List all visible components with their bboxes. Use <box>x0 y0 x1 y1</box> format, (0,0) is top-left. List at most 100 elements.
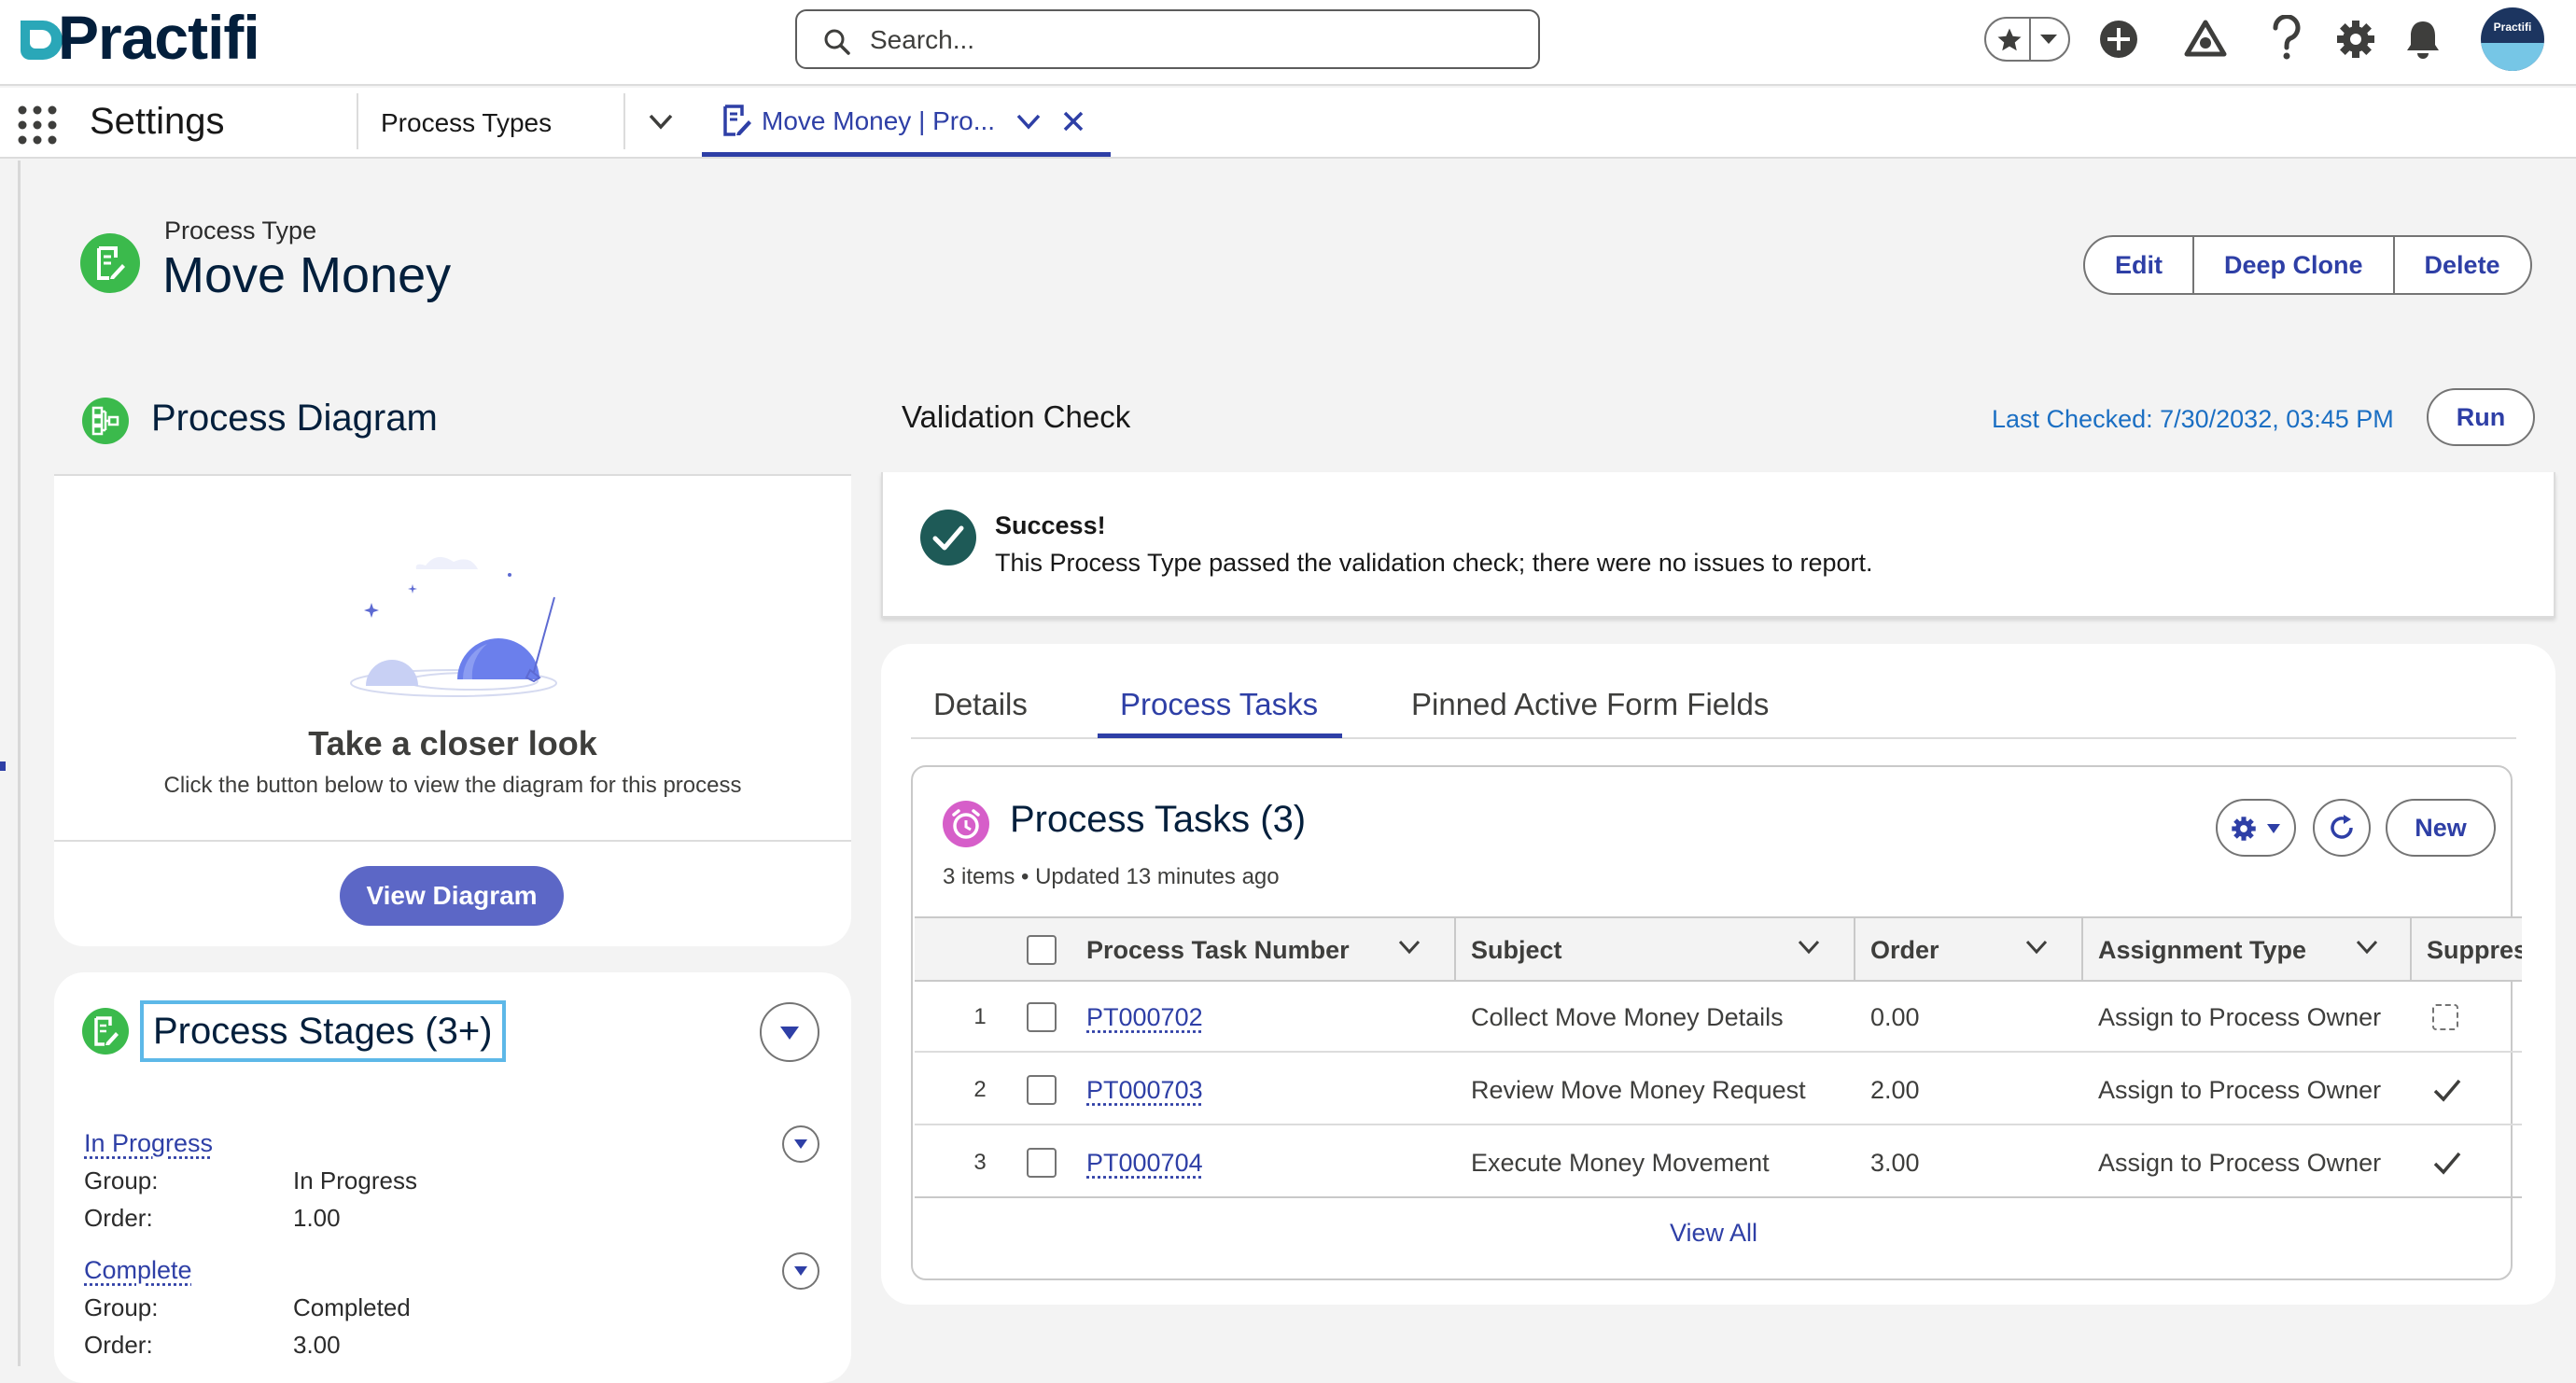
table-header-row: Process Task Number Subject Order Assign… <box>915 918 2522 982</box>
row-select-checkbox[interactable] <box>1027 1148 1057 1178</box>
stage-group-label: Group: <box>84 1293 159 1321</box>
stage-link-in-progress[interactable]: In Progress <box>84 1129 213 1158</box>
stage-row-menu-button[interactable] <box>782 1252 819 1290</box>
task-assignment-type: Assign to Process Owner <box>2098 1076 2382 1104</box>
stage-order-label: Order: <box>84 1331 153 1359</box>
record-title: Move Money <box>162 247 452 303</box>
stage-group-label: Group: <box>84 1166 159 1194</box>
add-icon[interactable] <box>2098 19 2139 60</box>
refresh-button[interactable] <box>2313 799 2371 857</box>
select-all-checkbox[interactable] <box>1027 935 1057 965</box>
process-stages-menu-button[interactable] <box>760 1002 819 1062</box>
task-order: 2.00 <box>1870 1076 1920 1104</box>
column-chevron-down-icon[interactable] <box>2025 939 2048 956</box>
nav-divider <box>357 93 358 149</box>
nav-item-process-types[interactable]: Process Types <box>381 108 552 138</box>
gear-icon <box>2231 816 2257 842</box>
table-row: 3 PT000704 Execute Money Movement 3.00 A… <box>915 1127 2522 1196</box>
task-order: 3.00 <box>1870 1149 1920 1177</box>
column-divider <box>1854 918 1855 982</box>
favorites-button-group[interactable] <box>1984 17 2070 62</box>
setup-gear-icon[interactable] <box>2335 19 2376 60</box>
workspace-tab-move-money[interactable]: Move Money | Pro... <box>702 88 1111 157</box>
close-tab-icon[interactable] <box>1060 108 1086 134</box>
column-header-suppressed[interactable]: Suppres <box>2427 918 2522 982</box>
logo-text[interactable]: Practifi <box>58 2 260 73</box>
process-stages-title: Process Stages (3+) <box>153 1011 493 1052</box>
stage-group-value: Completed <box>293 1293 411 1321</box>
column-header-assignment-type[interactable]: Assignment Type <box>2098 918 2306 982</box>
stage-order-value: 1.00 <box>293 1204 341 1232</box>
tab-pinned-active-form-fields[interactable]: Pinned Active Form Fields <box>1411 687 1769 722</box>
checkmark-icon <box>2432 1077 2462 1103</box>
tab-details[interactable]: Details <box>933 687 1028 722</box>
list-settings-button[interactable] <box>2216 799 2296 857</box>
column-chevron-down-icon[interactable] <box>1798 939 1820 956</box>
process-stages-title-focus[interactable]: Process Stages (3+) <box>140 1000 506 1062</box>
delete-button[interactable]: Delete <box>2395 237 2530 293</box>
validation-result-card: Success! This Process Type passed the va… <box>881 472 2555 618</box>
chevron-down-icon[interactable] <box>2038 32 2059 47</box>
suppressed-unchecked-icon <box>2432 1004 2458 1030</box>
trailhead-icon[interactable] <box>2184 19 2227 60</box>
column-header-subject[interactable]: Subject <box>1471 918 1562 982</box>
process-diagram-card: Take a closer look Click the button belo… <box>54 474 851 946</box>
row-number: 2 <box>973 1077 987 1102</box>
success-check-icon <box>920 510 976 566</box>
triangle-down-icon <box>2266 823 2281 834</box>
validation-status: Success! <box>995 511 1106 539</box>
task-subject: Review Move Money Request <box>1471 1076 1806 1104</box>
process-task-alarm-icon <box>943 801 989 847</box>
process-type-tab-icon <box>722 105 752 136</box>
triangle-down-icon <box>778 1025 801 1041</box>
validation-message: This Process Type passed the validation … <box>995 549 1873 577</box>
tab-process-tasks[interactable]: Process Tasks <box>1120 687 1318 722</box>
task-assignment-type: Assign to Process Owner <box>2098 1003 2382 1031</box>
related-list-title: Process Tasks (3) <box>1010 799 1307 840</box>
row-select-checkbox[interactable] <box>1027 1002 1057 1032</box>
column-header-process-task-number[interactable]: Process Task Number <box>1086 918 1350 982</box>
app-name: Settings <box>90 101 225 142</box>
user-avatar[interactable]: Practifi <box>2481 7 2544 71</box>
nav-chevron-down-icon[interactable] <box>648 112 674 131</box>
column-chevron-down-icon[interactable] <box>2356 939 2378 956</box>
star-icon[interactable] <box>1995 26 2023 54</box>
row-select-checkbox[interactable] <box>1027 1075 1057 1105</box>
new-task-button[interactable]: New <box>2386 799 2496 857</box>
avatar-globe-graphic <box>2481 43 2544 71</box>
stage-link-complete[interactable]: Complete <box>84 1256 192 1285</box>
global-header: Practifi Search... Practifi <box>0 0 2576 86</box>
process-task-number-link[interactable]: PT000704 <box>1086 1127 1203 1196</box>
column-divider <box>2410 918 2412 982</box>
process-type-record-icon <box>80 233 140 293</box>
stage-order-value: 3.00 <box>293 1331 341 1359</box>
checkmark-icon <box>2432 1150 2462 1176</box>
record-actions-button-group: Edit Deep Clone Delete <box>2083 235 2532 295</box>
notifications-bell-icon[interactable] <box>2404 19 2442 60</box>
column-header-order[interactable]: Order <box>1870 918 1939 982</box>
view-diagram-button[interactable]: View Diagram <box>340 866 564 926</box>
practifi-logo-icon[interactable] <box>17 17 63 63</box>
run-validation-button[interactable]: Run <box>2427 388 2535 446</box>
app-navigation-bar: Settings Process Types Move Money | Pro.… <box>0 88 2576 159</box>
help-icon[interactable] <box>2270 15 2303 62</box>
deep-clone-button[interactable]: Deep Clone <box>2194 237 2395 293</box>
process-task-number-link[interactable]: PT000703 <box>1086 1055 1203 1125</box>
search-placeholder: Search... <box>870 25 975 54</box>
tab-chevron-down-icon[interactable] <box>1015 112 1042 131</box>
column-divider <box>2081 918 2083 982</box>
process-stages-icon <box>82 1008 129 1055</box>
app-launcher-icon[interactable] <box>17 105 58 146</box>
edit-button[interactable]: Edit <box>2085 237 2194 293</box>
empty-state-subtext: Click the button below to view the diagr… <box>163 773 742 798</box>
global-search-input[interactable]: Search... <box>795 9 1540 69</box>
view-all-link[interactable]: View All <box>913 1219 2514 1248</box>
active-tab-indicator <box>1098 733 1342 738</box>
row-number: 3 <box>973 1150 987 1175</box>
column-chevron-down-icon[interactable] <box>1398 939 1421 956</box>
validation-check-title: Validation Check <box>902 399 1131 434</box>
row-number: 1 <box>973 1004 987 1029</box>
stage-row-menu-button[interactable] <box>782 1125 819 1163</box>
process-task-number-link[interactable]: PT000702 <box>1086 982 1203 1053</box>
rail-handle-icon[interactable] <box>0 761 6 771</box>
